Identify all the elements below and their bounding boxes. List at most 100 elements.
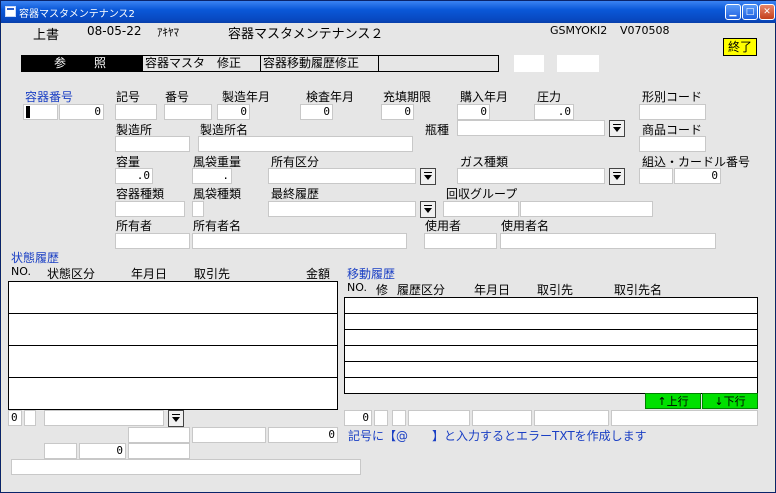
maximize-button[interactable]: □: [742, 4, 758, 20]
move-date-field[interactable]: [472, 410, 532, 426]
ownership-dropdown-icon[interactable]: [420, 168, 436, 185]
symbol-field[interactable]: [115, 104, 157, 120]
status-kind-dropdown-icon[interactable]: [168, 410, 184, 427]
mode-bar: 参 照 容器マスタ 修正 容器移動履歴修正: [21, 55, 499, 72]
status-col-partner: 取引先: [194, 267, 231, 281]
version-label: V070508: [620, 24, 670, 37]
status-kind-field[interactable]: [44, 410, 164, 426]
inspect-year-field[interactable]: 0: [300, 104, 333, 120]
move-row-divider: [345, 345, 757, 346]
card-no-field[interactable]: 0: [674, 168, 721, 184]
status-flag-field[interactable]: [24, 410, 36, 426]
extra-field-1[interactable]: [514, 55, 544, 72]
window-title: 容器マスタメンテナンス2: [19, 9, 135, 20]
purchase-label: 購入年月: [460, 90, 509, 104]
move-down-button[interactable]: ↓下行: [702, 393, 758, 409]
container-kind-label: 容器種類: [116, 187, 165, 201]
tab-container-edit[interactable]: 容器マスタ 修正: [144, 56, 261, 71]
container-no-field[interactable]: 0: [59, 104, 104, 120]
error-txt-hint: 記号に【@ 】と入力するとエラーTXTを作成します: [348, 429, 647, 443]
collect-group-code-field[interactable]: [443, 201, 519, 217]
title-bar: 容器マスタメンテナンス2 ▁ □ ✕: [1, 1, 776, 23]
minimize-button[interactable]: ▁: [725, 4, 741, 20]
cylinder-type-label: 瓶種: [425, 123, 450, 137]
collect-group-name-field[interactable]: [520, 201, 653, 217]
model-code-label: 形別コード: [642, 90, 703, 104]
number-field[interactable]: [164, 104, 212, 120]
move-no-field[interactable]: 0: [344, 410, 372, 426]
factory-field[interactable]: [115, 136, 190, 152]
collect-group-label: 回収グループ: [446, 187, 518, 201]
bag-kind-field[interactable]: [192, 201, 204, 217]
move-row-divider: [345, 377, 757, 378]
move-history-list[interactable]: [344, 297, 758, 394]
screen-title: 容器マスタメンテナンス２: [228, 27, 384, 42]
move-up-button[interactable]: ↑上行: [645, 393, 701, 409]
status-extra-field[interactable]: [44, 443, 77, 459]
user-name-field[interactable]: [500, 233, 716, 249]
status-history-title: 状態履歴: [11, 251, 60, 265]
owner-name-label: 所有者名: [193, 219, 242, 233]
date-label: 08-05-22: [87, 24, 142, 38]
tab-reference[interactable]: 参 照: [22, 56, 143, 71]
cylinder-type-dropdown-icon[interactable]: [609, 120, 625, 137]
factory-name-field[interactable]: [198, 136, 413, 152]
text-cursor: [26, 106, 30, 118]
extra-field-2[interactable]: [557, 55, 599, 72]
status-count-field[interactable]: 0: [79, 443, 126, 459]
move-row-divider: [345, 361, 757, 362]
move-fix-field[interactable]: [374, 410, 388, 426]
model-code-field[interactable]: [639, 104, 706, 120]
status-history-list[interactable]: [8, 281, 338, 410]
end-button[interactable]: 終了: [723, 38, 757, 56]
move-flag-field[interactable]: [392, 410, 406, 426]
app-window: 容器マスタメンテナンス2 ▁ □ ✕ 上書 08-05-22 ｱｷﾔﾏ 容器マス…: [0, 0, 776, 493]
cylinder-type-field[interactable]: [457, 120, 605, 136]
status-partner-field[interactable]: [192, 427, 266, 443]
status-no-field[interactable]: 0: [8, 410, 22, 426]
user-field[interactable]: [424, 233, 497, 249]
gas-type-dropdown-icon[interactable]: [609, 168, 625, 185]
last-history-label: 最終履歴: [271, 187, 320, 201]
move-col-partner: 取引先: [537, 283, 574, 297]
product-code-field[interactable]: [639, 136, 706, 152]
purchase-field[interactable]: 0: [457, 104, 490, 120]
mfg-year-label: 製造年月: [222, 90, 271, 104]
container-no-prefix-field[interactable]: [23, 104, 58, 120]
last-history-dropdown-icon[interactable]: [420, 201, 436, 218]
status-col-amount: 金額: [306, 267, 331, 281]
container-kind-field[interactable]: [115, 201, 185, 217]
user-label: 使用者: [425, 219, 462, 233]
move-row-divider: [345, 329, 757, 330]
status-extra-field-2[interactable]: [128, 443, 190, 459]
tab-move-history-edit[interactable]: 容器移動履歴修正: [262, 56, 379, 71]
move-row-divider: [345, 313, 757, 314]
capacity-field[interactable]: .0: [115, 168, 153, 184]
mfg-year-field[interactable]: 0: [217, 104, 250, 120]
main-form: 上書 08-05-22 ｱｷﾔﾏ 容器マスタメンテナンス２ GSMYOKI2 V…: [2, 23, 774, 492]
card-no-prefix-field[interactable]: [639, 168, 673, 184]
user-name-label: 使用者名: [501, 219, 550, 233]
owner-name-field[interactable]: [192, 233, 407, 249]
gas-type-field[interactable]: [457, 168, 605, 184]
fill-limit-label: 充填期限: [383, 90, 432, 104]
mode-label: 上書: [33, 28, 60, 43]
status-date-field[interactable]: [128, 427, 190, 443]
move-partner-field[interactable]: [534, 410, 609, 426]
inspect-year-label: 検査年月: [306, 90, 355, 104]
status-row-divider: [9, 377, 337, 378]
symbol-label: 記号: [116, 90, 141, 104]
last-history-field[interactable]: [268, 201, 416, 217]
status-amount-field[interactable]: 0: [268, 427, 338, 443]
bag-weight-field[interactable]: .: [192, 168, 232, 184]
close-button[interactable]: ✕: [759, 4, 775, 20]
tab-reference-label-b: 照: [94, 56, 107, 70]
owner-field[interactable]: [115, 233, 190, 249]
move-kind-field[interactable]: [408, 410, 470, 426]
move-partner-name-field[interactable]: [611, 410, 758, 426]
ownership-field[interactable]: [268, 168, 416, 184]
pressure-field[interactable]: .0: [534, 104, 574, 120]
fill-limit-field[interactable]: 0: [381, 104, 414, 120]
status-col-date: 年月日: [131, 267, 168, 281]
status-note-field[interactable]: [11, 459, 361, 475]
